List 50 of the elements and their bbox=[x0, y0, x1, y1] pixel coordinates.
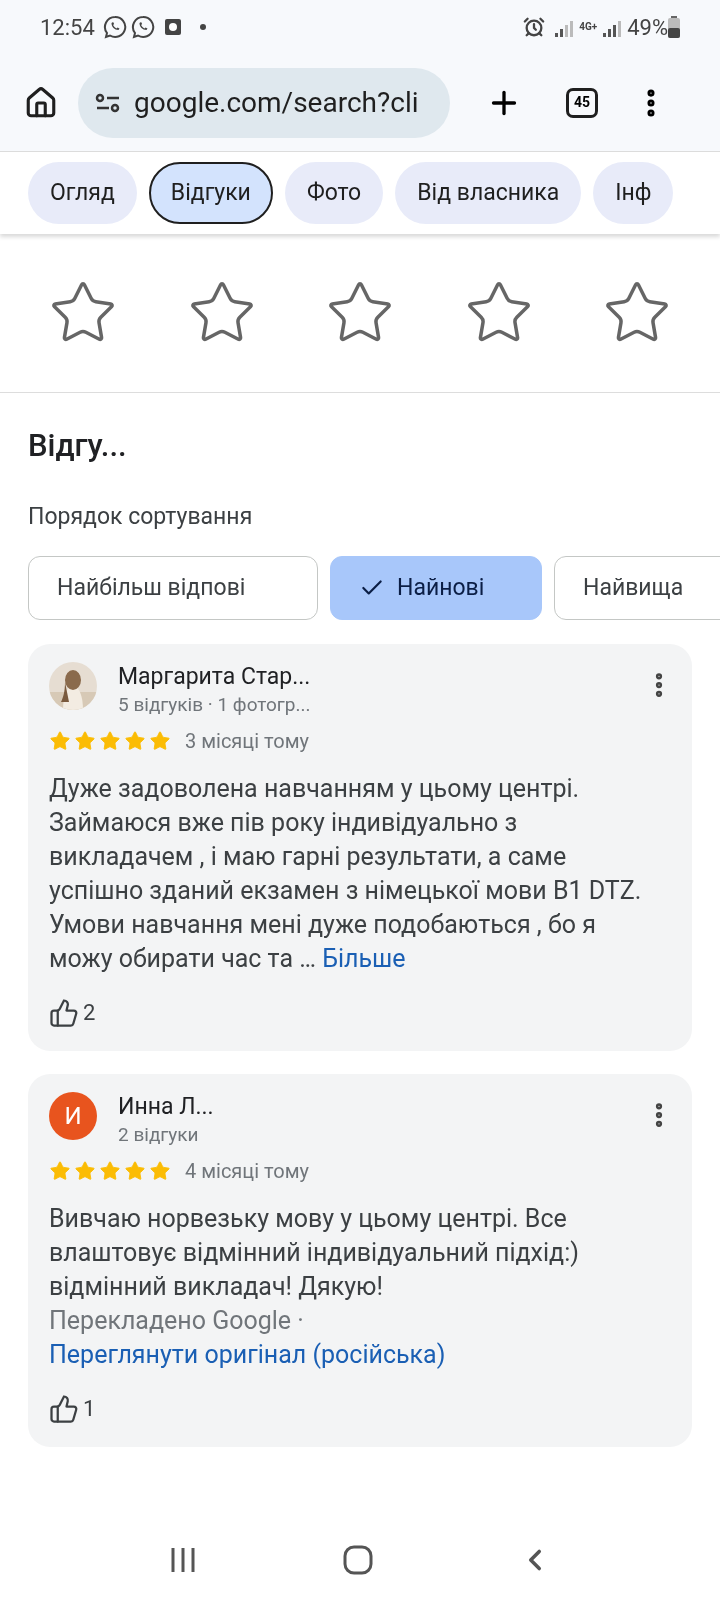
section-tab[interactable]: Огляд bbox=[28, 162, 137, 224]
home-button-icon[interactable] bbox=[343, 1545, 373, 1575]
section-tab[interactable]: Відгуки bbox=[148, 162, 273, 224]
star-icon bbox=[74, 1160, 96, 1182]
reviewer-meta: 5 відгуків · 1 фотогр... bbox=[118, 692, 312, 718]
sort-label: Порядок сортування bbox=[27, 501, 254, 532]
sort-chip[interactable]: Найнові bbox=[330, 556, 542, 620]
star-icon bbox=[99, 1160, 121, 1182]
review-text: Дуже задоволена навчанням у цьому центрі. Займаюся вже пів року індивідуально з викладачем , і маю гарні результати, а саме успішно зданий екзамен з німецької мови B1 DTZ. Умови навчання мені дуже подобаються , бо я можу обирати час та … Більше bbox=[49, 773, 643, 975]
battery-icon bbox=[668, 16, 680, 38]
battery-percent: 49% bbox=[627, 13, 668, 42]
avatar: И bbox=[49, 1092, 97, 1140]
star-icon bbox=[149, 730, 171, 752]
star-icon bbox=[124, 1160, 146, 1182]
section-tab[interactable]: Від власника bbox=[395, 162, 582, 224]
section-tab[interactable]: Інф bbox=[593, 162, 674, 224]
tab-count[interactable]: 45 bbox=[566, 87, 598, 118]
thumbs-up-icon[interactable] bbox=[49, 997, 79, 1028]
status-time: 12:54 bbox=[40, 13, 95, 42]
section-title: Відгу... bbox=[27, 426, 128, 466]
app-icon bbox=[162, 17, 183, 37]
chat-bubble-phone-icon bbox=[102, 15, 127, 39]
review-time: 3 місяці тому bbox=[185, 728, 309, 755]
star-icon bbox=[74, 730, 96, 752]
url-text: google.com/search?cli bbox=[134, 84, 419, 121]
view-original-link[interactable]: Переглянути оригінал (російська) bbox=[49, 1340, 446, 1369]
star-icon bbox=[49, 730, 71, 752]
star-icon bbox=[149, 1160, 171, 1182]
translation-note: Перекладено Google · Переглянути оригінал (російська) bbox=[49, 1305, 447, 1371]
reviewer-name[interactable]: Маргарита Стар... bbox=[118, 662, 623, 692]
section-tab[interactable]: Фото bbox=[284, 162, 384, 224]
address-bar[interactable]: google.com/search?cli bbox=[78, 67, 450, 138]
like-count: 1 bbox=[83, 1395, 96, 1423]
more-link[interactable]: Більше bbox=[322, 944, 406, 973]
like-count: 2 bbox=[83, 999, 96, 1027]
home-icon[interactable] bbox=[24, 85, 58, 120]
chat-bubble-phone-icon bbox=[130, 15, 155, 39]
reviewer-name[interactable]: Инна Л... bbox=[118, 1092, 623, 1122]
star-icon bbox=[49, 1160, 71, 1182]
star-icon bbox=[124, 730, 146, 752]
network-type: 4G+ bbox=[579, 22, 598, 32]
sort-chip[interactable]: Найбільш відпові bbox=[28, 556, 318, 620]
reviewer-meta: 2 відгуки bbox=[118, 1122, 200, 1148]
thumbs-up-icon[interactable] bbox=[49, 1393, 79, 1424]
sort-chip[interactable]: Найвища bbox=[554, 556, 720, 620]
review-time: 4 місяці тому bbox=[185, 1158, 309, 1185]
alarm-icon bbox=[523, 16, 546, 38]
review-text: Вивчаю норвезьку мову у цьому центрі. Все влаштовує відмінний індивідуальний підхід:) відмінний викладач! Дякую! bbox=[49, 1203, 580, 1303]
dot-icon bbox=[198, 23, 207, 31]
star-icon bbox=[99, 730, 121, 752]
